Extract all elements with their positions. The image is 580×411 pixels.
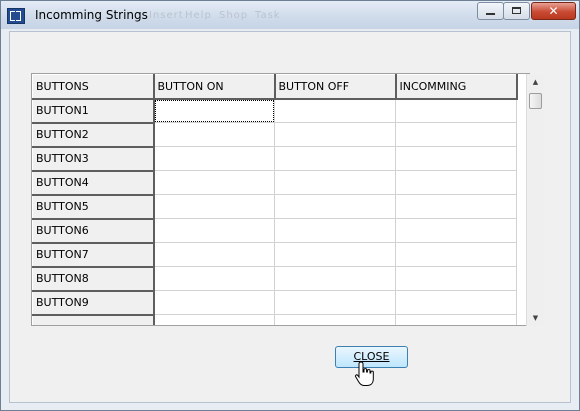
cell-button-off[interactable]: [274, 314, 396, 325]
table-row: BUTTON4: [32, 170, 517, 196]
row-header[interactable]: [32, 314, 155, 325]
cell-button-off[interactable]: [274, 218, 396, 243]
cell-button-off[interactable]: [274, 122, 396, 147]
title-bar[interactable]: Incomming Strings Insert Help Shop Task …: [1, 1, 579, 29]
row-header[interactable]: BUTTON8: [32, 266, 155, 292]
table-row: BUTTON6: [32, 218, 517, 244]
scroll-down-icon[interactable]: ▼: [527, 310, 544, 326]
table-row: BUTTON9: [32, 290, 517, 316]
cell-button-on[interactable]: [153, 170, 275, 195]
ghost-menu-item: Help: [185, 10, 212, 21]
column-header-buttons[interactable]: BUTTONS: [32, 74, 155, 100]
cell-button-on[interactable]: [153, 194, 275, 219]
cell-incomming[interactable]: [395, 266, 517, 291]
ghost-menu-item: Task: [255, 10, 281, 21]
cell-button-off[interactable]: [274, 266, 396, 291]
ghost-menu-item: Shop: [219, 10, 249, 21]
column-header-incomming[interactable]: INCOMMING: [395, 74, 518, 100]
scroll-up-icon[interactable]: ▲: [527, 74, 544, 90]
table-row: [32, 314, 517, 325]
cell-button-on[interactable]: [153, 242, 275, 267]
maximize-icon: [512, 7, 521, 14]
cell-incomming[interactable]: [395, 242, 517, 267]
row-header[interactable]: BUTTON6: [32, 218, 155, 244]
cell-button-on[interactable]: [153, 218, 275, 243]
cell-incomming[interactable]: [395, 194, 517, 219]
cell-button-on[interactable]: [153, 314, 275, 325]
header-row: BUTTONS BUTTON ON BUTTON OFF INCOMMING: [32, 74, 518, 100]
window-title: Incomming Strings: [35, 8, 148, 22]
close-icon: ✕: [548, 4, 559, 18]
table-row: BUTTON7: [32, 242, 517, 268]
table-row: BUTTON5: [32, 194, 517, 220]
minimize-button[interactable]: [477, 2, 504, 20]
row-header[interactable]: BUTTON7: [32, 242, 155, 268]
cell-incomming[interactable]: [395, 290, 517, 315]
cell-button-on[interactable]: [153, 146, 275, 171]
cell-button-off[interactable]: [274, 170, 396, 195]
cell-button-off[interactable]: [274, 290, 396, 315]
hand-cursor-icon: [354, 361, 374, 386]
column-header-button-off[interactable]: BUTTON OFF: [274, 74, 397, 100]
table-row: BUTTON1: [32, 98, 517, 124]
row-header[interactable]: BUTTON2: [32, 122, 155, 148]
maximize-button[interactable]: [503, 2, 530, 20]
row-header[interactable]: BUTTON5: [32, 194, 155, 220]
column-header-button-on[interactable]: BUTTON ON: [153, 74, 276, 100]
cell-button-on[interactable]: [153, 98, 275, 123]
close-window-button[interactable]: ✕: [531, 2, 576, 20]
cell-incomming[interactable]: [395, 170, 517, 195]
cell-incomming[interactable]: [395, 218, 517, 243]
table-row: BUTTON8: [32, 266, 517, 292]
table-row: BUTTON3: [32, 146, 517, 172]
row-header[interactable]: BUTTON3: [32, 146, 155, 172]
grid-table: BUTTONS BUTTON ON BUTTON OFF INCOMMING B…: [32, 74, 518, 325]
strings-grid[interactable]: BUTTONS BUTTON ON BUTTON OFF INCOMMING B…: [31, 73, 530, 326]
scroll-thumb[interactable]: [529, 93, 542, 109]
cell-incomming[interactable]: [395, 122, 517, 147]
cell-button-off[interactable]: [274, 146, 396, 171]
cell-button-on[interactable]: [153, 266, 275, 291]
vertical-scrollbar[interactable]: ▲ ▼: [526, 74, 544, 326]
cell-button-off[interactable]: [274, 242, 396, 267]
row-header[interactable]: BUTTON4: [32, 170, 155, 196]
row-header[interactable]: BUTTON1: [32, 98, 155, 124]
ghost-menu-item: Insert: [149, 10, 184, 21]
cell-incomming[interactable]: [395, 146, 517, 171]
cell-button-off[interactable]: [274, 194, 396, 219]
cell-button-on[interactable]: [153, 290, 275, 315]
cell-button-on[interactable]: [153, 122, 275, 147]
cell-incomming[interactable]: [395, 314, 517, 325]
table-row: BUTTON2: [32, 122, 517, 148]
app-icon: [7, 8, 25, 24]
cell-incomming[interactable]: [395, 98, 517, 123]
row-header[interactable]: BUTTON9: [32, 290, 155, 316]
cell-button-off[interactable]: [274, 98, 396, 123]
minimize-icon: [486, 13, 495, 15]
